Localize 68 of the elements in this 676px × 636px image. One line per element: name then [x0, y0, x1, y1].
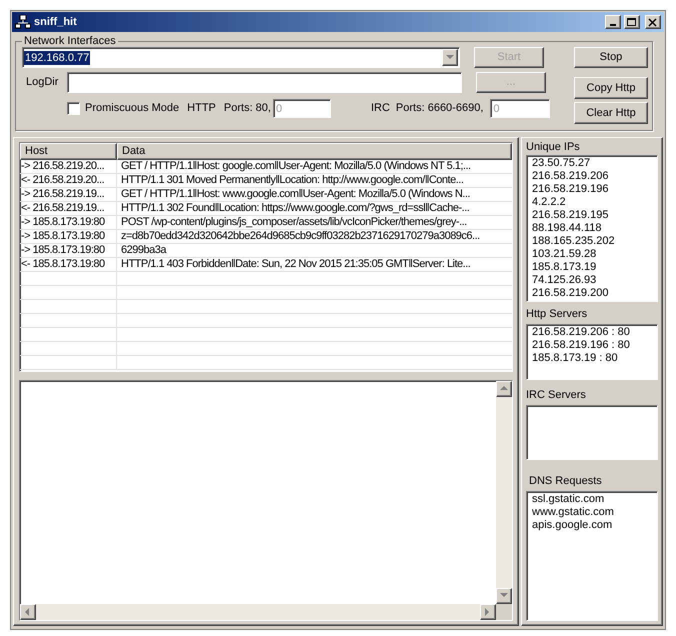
table-cell[interactable]: -> 185.8.173.19:80 — [20, 244, 117, 257]
list-item[interactable]: 216.58.219.196 — [532, 183, 608, 196]
table-cell[interactable]: z=d8b70edd342d320642bbe264d9685cb9c9ff03282b2371629170279a3089c6... — [117, 230, 512, 243]
column-header[interactable]: Data — [117, 143, 512, 160]
horizontal-scrollbar[interactable] — [20, 604, 496, 620]
list-item[interactable]: 216.58.219.206 — [532, 170, 608, 183]
list-item[interactable]: 188.165.235.202 — [532, 235, 615, 248]
list-item[interactable]: 185.8.173.19 : 80 — [532, 352, 618, 365]
dropdown-button[interactable] — [442, 49, 458, 66]
clear-http-button[interactable]: Clear Http — [574, 102, 648, 124]
scrollbar-corner — [496, 604, 512, 620]
table-cell[interactable]: GET / HTTP/1.1‖Host: www.google.com‖User-Agent: Mozilla/5.0 (Windows N... — [117, 188, 512, 201]
table-cell[interactable]: -> 185.8.173.19:80 — [20, 230, 117, 243]
http-servers-label: Http Servers — [526, 307, 588, 321]
network-icon — [15, 15, 31, 29]
promiscuous-label: Promiscuous Mode — [85, 101, 180, 116]
irc-ports-label: Ports: 6660-6690, — [396, 101, 484, 116]
interface-combobox[interactable]: 192.168.0.77 — [22, 47, 460, 68]
table-cell[interactable]: <- 185.8.173.19:80 — [20, 258, 117, 271]
irc-servers-label: IRC Servers — [526, 388, 587, 402]
table-cell[interactable]: HTTP/1.1 301 Moved Permanently‖Location: http://www.google.com/‖Conte... — [117, 174, 512, 187]
close-button[interactable] — [645, 15, 661, 29]
http-ports-label: Ports: 80, — [224, 101, 271, 116]
vertical-scrollbar[interactable] — [496, 381, 512, 604]
list-item[interactable]: 4.2.2.2 — [532, 196, 566, 209]
list-item[interactable]: ssl.gstatic.com — [532, 493, 604, 506]
list-item[interactable]: apis.google.com — [532, 519, 612, 532]
logdir-label: LogDir — [25, 75, 60, 90]
logdir-field[interactable] — [67, 72, 462, 93]
list-item[interactable]: 216.58.219.206 : 80 — [532, 326, 630, 339]
table-cell[interactable]: HTTP/1.1 403 Forbidden‖Date: Sun, 22 Nov 2015 21:35:05 GMT‖Server: Lite... — [117, 258, 512, 271]
list-item[interactable]: 88.198.44.118 — [532, 222, 602, 235]
promiscuous-checkbox[interactable] — [67, 102, 80, 115]
table-cell[interactable]: POST /wp-content/plugins/js_composer/assets/lib/vcIconPicker/themes/grey-... — [117, 216, 512, 229]
list-item[interactable]: 216.58.219.195 — [532, 209, 608, 222]
interface-value: 192.168.0.77 — [24, 50, 90, 64]
minimize-icon — [610, 24, 616, 26]
table-cell[interactable]: HTTP/1.1 302 Found‖Location: https://www.google.com/?gws_rd=ssl‖Cache-... — [117, 202, 512, 215]
table-cell[interactable]: -> 216.58.219.19... — [20, 188, 117, 201]
table-cell[interactable]: <- 216.58.219.19... — [20, 202, 117, 215]
http-label: HTTP — [187, 101, 216, 116]
table-cell[interactable]: -> 216.58.219.20... — [20, 160, 117, 173]
list-item[interactable]: 23.50.75.27 — [532, 157, 590, 170]
list-item[interactable]: 216.58.219.196 : 80 — [532, 339, 630, 352]
column-header[interactable]: Host — [20, 143, 117, 160]
window-title: sniff_hit — [34, 14, 77, 30]
irc-servers-list[interactable] — [526, 405, 658, 460]
close-icon — [648, 18, 658, 26]
list-item[interactable]: 185.8.173.19 — [532, 261, 596, 274]
unique-ips-label: Unique IPs — [526, 140, 581, 154]
table-cell[interactable]: GET / HTTP/1.1‖Host: google.com‖User-Agent: Mozilla/5.0 (Windows NT 5.1;... — [117, 160, 512, 173]
list-item[interactable]: www.gstatic.com — [532, 506, 614, 519]
table-cell[interactable]: 6299ba3a — [117, 244, 512, 257]
unique-ips-list[interactable]: 23.50.75.27 216.58.219.206 216.58.219.196 4.2.2.2 216.58.219.195 88.198.44.118 188.165.235.202 103.21.59.28 185.8.173.19 74.125.26.93 216.58.219.200 — [526, 155, 658, 302]
http-servers-list[interactable]: 216.58.219.206 : 80 216.58.219.196 : 80 185.8.173.19 : 80 — [526, 324, 658, 380]
minimize-button[interactable] — [605, 15, 621, 29]
list-item[interactable]: 216.58.219.200 — [532, 287, 608, 300]
table-cell[interactable]: <- 216.58.219.20... — [20, 174, 117, 187]
list-item[interactable]: 74.125.26.93 — [532, 274, 596, 287]
maximize-icon — [627, 18, 637, 26]
stop-button[interactable]: Stop — [574, 47, 648, 68]
table-cell[interactable]: -> 185.8.173.19:80 — [20, 216, 117, 229]
maximize-button[interactable] — [624, 15, 640, 29]
irc-label: IRC — [370, 101, 390, 116]
list-item[interactable]: 103.21.59.28 — [532, 248, 596, 261]
copy-http-button[interactable]: Copy Http — [574, 77, 648, 99]
dns-requests-label: DNS Requests — [529, 474, 603, 488]
dns-requests-list[interactable]: ssl.gstatic.com www.gstatic.com apis.google.com — [526, 491, 658, 621]
